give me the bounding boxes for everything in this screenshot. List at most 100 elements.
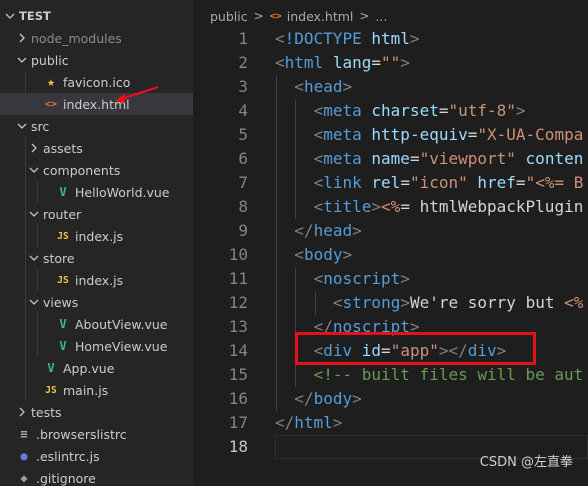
breadcrumb-file[interactable]: index.html (287, 9, 354, 24)
code-line[interactable]: </html> (275, 411, 342, 435)
tree-file-aboutview-vue[interactable]: V AboutView.vue (0, 313, 193, 335)
breadcrumb-more[interactable]: ... (375, 9, 387, 24)
code-line[interactable]: <meta http-equiv="X-UA-Compa (314, 123, 584, 147)
tree-folder-tests[interactable]: tests (0, 401, 193, 423)
code-line[interactable]: <html lang=""> (275, 51, 410, 75)
breadcrumb-separator: > (359, 9, 370, 23)
tree-indent-guide (37, 181, 38, 203)
vue-icon: V (47, 361, 55, 375)
tree-item-label: node_modules (31, 30, 122, 46)
vue-icon: V (59, 317, 67, 331)
code-indent-guide (295, 99, 297, 219)
line-number: 11 (228, 269, 248, 288)
code-line[interactable]: <!DOCTYPE html> (275, 27, 420, 51)
line-number: 15 (228, 365, 248, 384)
code-line[interactable]: <!-- built files will be aut (314, 363, 584, 387)
code-token: </ (294, 389, 314, 408)
line-number: 16 (228, 389, 248, 408)
line-number: 18 (228, 437, 248, 456)
tree-file-favicon-ico[interactable]: ★ favicon.ico (0, 71, 193, 93)
tree-item-label: HomeView.vue (75, 338, 168, 354)
explorer-root-folder[interactable]: TEST (0, 5, 193, 27)
tree-file-helloworld-vue[interactable]: V HelloWorld.vue (0, 181, 193, 203)
code-line[interactable]: </head> (294, 219, 361, 243)
line-number: 1 (238, 29, 248, 48)
code-token: <% (564, 293, 584, 312)
tree-item-label: AboutView.vue (75, 316, 168, 332)
code-line[interactable]: <meta charset="utf-8"> (314, 99, 526, 123)
code-line[interactable]: </body> (294, 387, 361, 411)
tree-file-main-js[interactable]: JS main.js (0, 379, 193, 401)
tree-file-index-js[interactable]: JS index.js (0, 225, 193, 247)
tree-folder-components[interactable]: components (0, 159, 193, 181)
code-line[interactable]: <meta name="viewport" conten (314, 147, 584, 171)
code-editor[interactable]: <!DOCTYPE html> <html lang=""> <head> <meta… (275, 27, 588, 486)
code-token: = (515, 173, 526, 192)
tree-indent-guide (37, 225, 38, 247)
code-line[interactable]: <noscript> (314, 267, 410, 291)
code-indent-guide (314, 291, 316, 315)
js-icon: JS (57, 274, 69, 286)
tree-file-app-vue[interactable]: V App.vue (0, 357, 193, 379)
code-token: = htmlWebpackPlugin (400, 197, 584, 216)
explorer-root-label: TEST (19, 9, 51, 23)
chevron-down-icon (4, 8, 16, 24)
line-number: 2 (238, 53, 248, 72)
code-token: title (323, 197, 372, 216)
tree-folder-src[interactable]: src (0, 115, 193, 137)
code-token: > (342, 77, 353, 96)
chevron-down-icon (28, 162, 40, 178)
star-icon: ★ (47, 74, 55, 90)
code-line[interactable]: <body> (294, 243, 352, 267)
code-line[interactable]: <strong>We're sorry but <% (333, 291, 583, 315)
tree-file-index-js[interactable]: JS index.js (0, 269, 193, 291)
tree-folder-public[interactable]: public (0, 49, 193, 71)
line-number: 12 (228, 293, 248, 312)
code-line[interactable]: <link rel="icon" href="<%= B (314, 171, 584, 195)
tree-file-gitignore[interactable]: ◆ .gitignore (0, 467, 193, 486)
code-token: < (313, 125, 324, 144)
code-token: strong (342, 293, 401, 312)
chevron-down-icon (28, 206, 40, 222)
tree-item-label: components (43, 162, 121, 178)
line-number: 14 (228, 341, 248, 360)
code-token: http-equiv (371, 125, 468, 144)
line-number: 8 (238, 197, 248, 216)
tree-indent-guide (25, 71, 26, 115)
tree-item-label: index.js (75, 272, 124, 288)
code-token: < (313, 173, 324, 192)
tree-folder-views[interactable]: views (0, 291, 193, 313)
tree-indent-guide (37, 269, 38, 291)
tree-file-browserslistrc[interactable]: ≡ .browserslistrc (0, 423, 193, 445)
tree-folder-assets[interactable]: assets (0, 137, 193, 159)
code-token: conten (525, 149, 584, 168)
code-token: head (313, 221, 353, 240)
code-token: body (313, 389, 353, 408)
code-token: meta (323, 125, 362, 144)
tree-item-label: .browserslistrc (36, 426, 127, 442)
line-number: 17 (228, 413, 248, 432)
code-token: noscript (323, 269, 401, 288)
tree-folder-node-modules[interactable]: node_modules (0, 27, 193, 49)
tree-file-eslintrc-js[interactable]: ● .eslintrc.js (0, 445, 193, 467)
tree-file-homeview-vue[interactable]: V HomeView.vue (0, 335, 193, 357)
line-number: 13 (228, 317, 248, 336)
code-token: head (303, 77, 343, 96)
breadcrumb-folder[interactable]: public (210, 9, 248, 24)
code-token: < (313, 269, 324, 288)
tree-file-index-html[interactable]: <> index.html (0, 93, 193, 115)
code-token: href (477, 173, 516, 192)
git-icon: ◆ (20, 471, 28, 485)
code-token: < (313, 197, 324, 216)
code-line[interactable]: <title><%= htmlWebpackPlugin (314, 195, 584, 219)
tree-folder-store[interactable]: store (0, 247, 193, 269)
code-token: "<%= B (525, 173, 584, 192)
tree-item-label: App.vue (63, 360, 115, 376)
chevron-right-icon (28, 140, 40, 156)
tree-folder-router[interactable]: router (0, 203, 193, 225)
code-line[interactable]: <head> (294, 75, 352, 99)
line-number-gutter: 1 2 3 4 5 6 7 8 9 10 11 12 13 14 15 16 17 18 (193, 27, 253, 486)
